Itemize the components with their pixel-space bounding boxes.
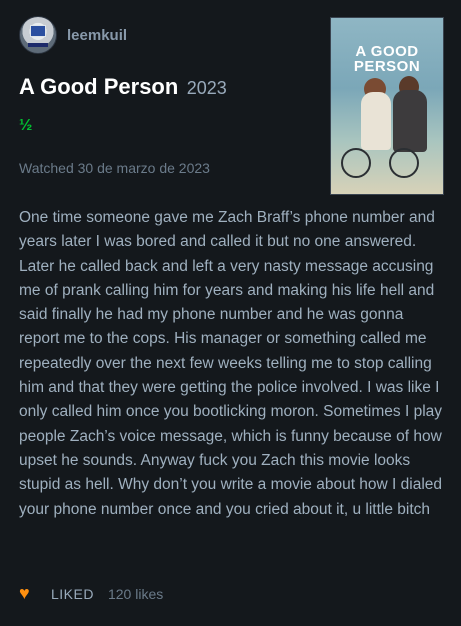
heart-icon[interactable]: ♥ xyxy=(19,583,39,604)
poster-figure-graphic xyxy=(393,90,427,152)
star-rating: ½ xyxy=(19,117,33,134)
username[interactable]: leemkuil xyxy=(67,27,127,44)
film-title[interactable]: A Good Person xyxy=(19,74,178,99)
film-poster[interactable]: A GOOD PERSON xyxy=(330,17,444,195)
liked-label[interactable]: LIKED xyxy=(51,586,94,602)
watched-date: Watched 30 de marzo de 2023 xyxy=(19,160,210,176)
likes-count[interactable]: 120 likes xyxy=(108,586,163,602)
review-body: One time someone gave me Zach Braff’s ph… xyxy=(19,206,445,522)
film-title-row: A Good Person 2023 xyxy=(19,74,227,100)
poster-title: A GOOD PERSON xyxy=(353,43,421,75)
poster-figure-graphic xyxy=(361,92,391,150)
avatar-flag-graphic xyxy=(30,25,46,37)
review-footer: ♥ LIKED 120 likes xyxy=(19,583,163,604)
poster-bicycle-wheel-graphic xyxy=(389,148,419,178)
poster-bicycle-wheel-graphic xyxy=(341,148,371,178)
film-year[interactable]: 2023 xyxy=(187,78,227,98)
avatar-stripe-graphic xyxy=(28,43,48,47)
review-text: One time someone gave me Zach Braff’s ph… xyxy=(19,209,443,518)
avatar[interactable] xyxy=(19,16,57,54)
review-header: leemkuil xyxy=(19,16,127,54)
